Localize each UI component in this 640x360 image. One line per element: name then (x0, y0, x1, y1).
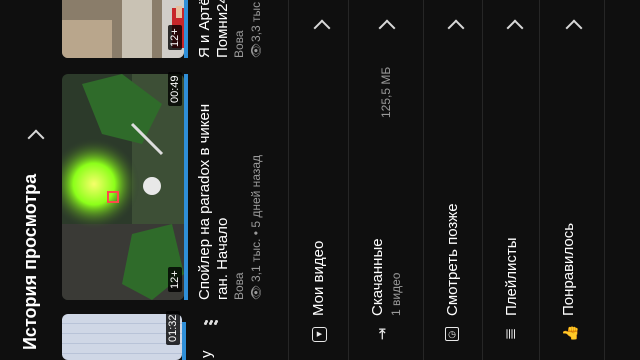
playlists-label: Плейлисты (503, 237, 520, 316)
partial-video-thumbnail[interactable] (62, 314, 182, 360)
youtube-library-screen: История просмотра 01:32 у 00:49 12+ Спой… (0, 0, 640, 360)
video-2-progress (184, 0, 188, 58)
video-duration: 00:49 (168, 72, 182, 106)
right-edge-divider (604, 0, 605, 360)
playlists-chevron-icon (506, 19, 524, 37)
row-downloads[interactable]: ⇥ Скачанные 1 видео 125,5 МБ (349, 0, 423, 360)
video-2-title-line1[interactable]: Я и Артём (196, 0, 213, 58)
partial-video-progress (182, 322, 186, 360)
video-title-line2[interactable]: ган. Начало (214, 218, 231, 300)
video-thumbnail-2[interactable] (62, 0, 184, 58)
play-square-icon: ▶ (312, 327, 327, 342)
partial-video-title-fragment: у (198, 350, 215, 359)
liked-chevron-icon (565, 19, 583, 37)
my-videos-chevron-icon (313, 19, 331, 37)
video-2-meta: 3,3 тыс (249, 1, 263, 42)
liked-label: Понравилось (560, 222, 577, 316)
row-liked[interactable]: 👍 Понравилось (540, 0, 600, 360)
eye-icon: 👁 (249, 284, 263, 300)
watch-later-chevron-icon (447, 19, 465, 37)
video-title-line1[interactable]: Спойлер на paradox в чикен (196, 104, 213, 300)
downloads-size: 125,5 МБ (379, 66, 393, 118)
watch-later-label: Смотреть позже (444, 203, 461, 316)
downloads-count: 1 видео (389, 272, 403, 316)
downloads-label: Скачанные (369, 238, 386, 316)
row-playlists[interactable]: ≣ Плейлисты (483, 0, 539, 360)
download-icon: ⇥ (374, 327, 391, 341)
video-channel: Вова (232, 272, 246, 300)
playlist-icon: ≣ (502, 327, 519, 341)
video-thumbnail-image (62, 74, 184, 300)
video-meta: 3,1 тыс. • 5 дней назад (249, 154, 263, 282)
history-chevron-icon[interactable] (27, 129, 45, 147)
downloads-chevron-icon (378, 19, 396, 37)
video-2-channel: Вова (232, 30, 246, 58)
my-videos-label: Мои видео (310, 240, 327, 316)
thumb-up-icon: 👍 (562, 324, 578, 342)
video-thumbnail-2-image (62, 0, 184, 58)
row-watch-later[interactable]: ◷ Смотреть позже (424, 0, 482, 360)
history-title: История просмотра (20, 173, 40, 350)
row-my-videos[interactable]: ▶ Мои видео (292, 0, 348, 360)
video-2-title-line2[interactable]: Помни24 (214, 0, 231, 58)
partial-video-duration: 01:32 (166, 311, 180, 345)
video-more-icon[interactable] (204, 322, 218, 326)
video-thumbnail[interactable] (62, 74, 184, 300)
section-divider (288, 0, 289, 360)
video-2-eye-icon: 👁 (249, 42, 263, 58)
clock-icon: ◷ (445, 327, 459, 341)
video-progress (184, 74, 188, 300)
video-2-age-badge: 12+ (168, 25, 182, 50)
video-age-badge: 12+ (168, 267, 182, 292)
